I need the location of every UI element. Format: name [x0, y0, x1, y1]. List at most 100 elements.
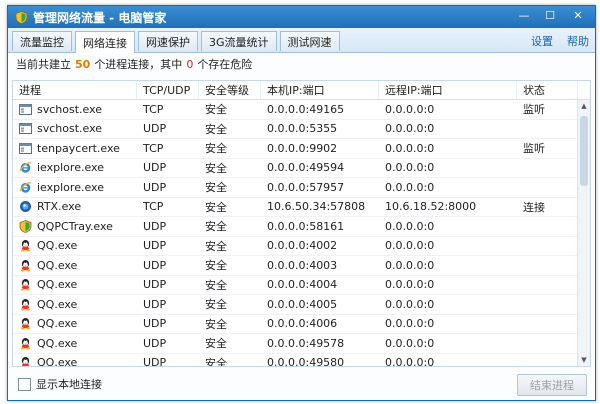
protocol-cell: UDP: [143, 180, 167, 194]
table-row[interactable]: QQ.exe UDP 安全 0.0.0.0:49578 0.0.0.0:0: [13, 334, 578, 354]
qq-icon: [19, 259, 32, 272]
process-cell: RTX.exe: [13, 200, 137, 213]
process-name: QQ.exe: [37, 336, 78, 350]
table-row[interactable]: iexplore.exe UDP 安全 0.0.0.0:49594 0.0.0.0:0: [13, 159, 578, 178]
tab-3g-traffic[interactable]: 3G流量统计: [201, 31, 277, 51]
column-local-address[interactable]: 本机IP:端口: [261, 81, 379, 99]
process-cell: QQ.exe: [13, 356, 137, 366]
column-protocol[interactable]: TCP/UDP: [137, 81, 199, 99]
minimize-button[interactable]: —: [511, 6, 537, 24]
protocol-cell: UDP: [143, 239, 167, 253]
table-row[interactable]: iexplore.exe UDP 安全 0.0.0.0:57957 0.0.0.0:0: [13, 178, 578, 198]
remote-address-cell: 0.0.0.0:0: [385, 141, 435, 155]
tab-speed-protection[interactable]: 网速保护: [138, 31, 198, 51]
qq-icon: [19, 317, 32, 330]
settings-link[interactable]: 设置: [531, 33, 553, 49]
process-name: tenpaycert.exe: [37, 141, 120, 155]
maximize-button[interactable]: ☐: [537, 6, 563, 24]
safety-cell: 安全: [205, 103, 227, 117]
remote-address-cell: 0.0.0.0:0: [385, 122, 435, 136]
table-row[interactable]: svchost.exe UDP 安全 0.0.0.0:5355 0.0.0.0:0: [13, 120, 578, 139]
process-name: iexplore.exe: [37, 180, 104, 194]
show-local-checkbox[interactable]: [18, 377, 31, 391]
local-address-cell: 0.0.0.0:4002: [267, 239, 338, 253]
process-cell: iexplore.exe: [13, 181, 137, 194]
show-local-label[interactable]: 显示本地连接: [36, 376, 102, 392]
remote-address-cell: 0.0.0.0:0: [385, 102, 435, 116]
remote-address-cell: 0.0.0.0:0: [385, 317, 435, 331]
safety-cell: 安全: [205, 161, 227, 175]
process-name: QQ.exe: [37, 317, 78, 331]
tab-speed-test[interactable]: 测试网速: [279, 31, 340, 51]
local-address-cell: 10.6.50.34:57808: [267, 200, 366, 214]
state-cell: 监听: [523, 142, 545, 156]
column-state[interactable]: 状态: [517, 81, 578, 99]
process-cell: QQ.exe: [13, 337, 137, 350]
scroll-thumb[interactable]: [580, 116, 588, 186]
title-bar[interactable]: 管理网络流量 - 电脑管家 — ☐ ✕: [8, 6, 595, 28]
scroll-down-icon[interactable]: ▼: [578, 354, 590, 366]
shield-icon: [15, 10, 28, 24]
tab-network-connections[interactable]: 网络连接: [75, 31, 135, 53]
process-cell: QQ.exe: [13, 259, 137, 272]
help-link[interactable]: 帮助: [567, 33, 589, 49]
column-remote-address[interactable]: 远程IP:端口: [379, 81, 517, 99]
protocol-cell: UDP: [143, 258, 167, 272]
process-name: QQ.exe: [37, 356, 78, 366]
remote-address-cell: 0.0.0.0:0: [385, 219, 435, 233]
remote-address-cell: 0.0.0.0:0: [385, 297, 435, 311]
remote-address-cell: 0.0.0.0:0: [385, 180, 435, 194]
column-process[interactable]: 进程: [13, 81, 137, 99]
remote-address-cell: 0.0.0.0:0: [385, 356, 435, 366]
safety-cell: 安全: [205, 278, 227, 292]
end-process-button[interactable]: 结束进程: [517, 374, 587, 396]
table-row[interactable]: svchost.exe TCP 安全 0.0.0.0:49165 0.0.0.0:0 监听: [13, 100, 578, 120]
connections-table: 进程 TCP/UDP 安全等级 本机IP:端口 远程IP:端口 状态 svcho…: [12, 80, 591, 367]
remote-address-cell: 0.0.0.0:0: [385, 161, 435, 175]
local-address-cell: 0.0.0.0:5355: [267, 122, 338, 136]
safety-cell: 安全: [205, 122, 227, 136]
ie-icon: [19, 181, 32, 194]
process-name: QQ.exe: [37, 258, 78, 272]
process-name: QQ.exe: [37, 278, 78, 292]
protocol-cell: TCP: [143, 200, 164, 214]
table-row[interactable]: tenpaycert.exe TCP 安全 0.0.0.0:9902 0.0.0.0:0…: [13, 139, 578, 159]
table-row[interactable]: QQPCTray.exe UDP 安全 0.0.0.0:58161 0.0.0.0:0: [13, 217, 578, 237]
process-cell: svchost.exe: [13, 103, 137, 116]
window-title: 管理网络流量 - 电脑管家: [33, 10, 167, 25]
qq-icon: [19, 239, 32, 252]
table-row[interactable]: QQ.exe UDP 安全 0.0.0.0:4003 0.0.0.0:0: [13, 256, 578, 276]
local-address-cell: 0.0.0.0:49594: [267, 161, 345, 175]
protocol-cell: UDP: [143, 161, 167, 175]
summary-middle: 个进程连接，其中: [94, 58, 183, 71]
window-controls: — ☐ ✕: [511, 6, 593, 24]
local-address-cell: 0.0.0.0:58161: [267, 219, 345, 233]
top-links: 设置 帮助: [517, 33, 589, 49]
window-icon: [19, 103, 32, 116]
protocol-cell: UDP: [143, 317, 167, 331]
local-address-cell: 0.0.0.0:9902: [267, 141, 338, 155]
column-safety[interactable]: 安全等级: [199, 81, 261, 99]
process-cell: QQ.exe: [13, 317, 137, 330]
danger-count: 0: [186, 57, 194, 71]
local-address-cell: 0.0.0.0:4003: [267, 258, 338, 272]
remote-address-cell: 10.6.18.52:8000: [385, 200, 477, 214]
table-body: svchost.exe TCP 安全 0.0.0.0:49165 0.0.0.0:0 监听…: [13, 100, 578, 366]
process-cell: QQ.exe: [13, 298, 137, 311]
table-row[interactable]: RTX.exe TCP 安全 10.6.50.34:57808 10.6.18.52:8…: [13, 198, 578, 217]
scroll-up-icon[interactable]: ▲: [578, 100, 590, 112]
table-row[interactable]: QQ.exe UDP 安全 0.0.0.0:4004 0.0.0.0:0: [13, 276, 578, 295]
rtx-icon: [19, 200, 32, 213]
process-name: QQ.exe: [37, 297, 78, 311]
close-button[interactable]: ✕: [563, 6, 593, 24]
process-cell: QQPCTray.exe: [13, 220, 137, 233]
table-row[interactable]: QQ.exe UDP 安全 0.0.0.0:49580 0.0.0.0:0: [13, 354, 578, 366]
process-name: svchost.exe: [37, 122, 103, 136]
vertical-scrollbar[interactable]: ▲ ▼: [577, 100, 590, 366]
table-row[interactable]: QQ.exe UDP 安全 0.0.0.0:4006 0.0.0.0:0: [13, 315, 578, 334]
table-row[interactable]: QQ.exe UDP 安全 0.0.0.0:4005 0.0.0.0:0: [13, 295, 578, 315]
process-name: RTX.exe: [37, 200, 82, 214]
table-row[interactable]: QQ.exe UDP 安全 0.0.0.0:4002 0.0.0.0:0: [13, 237, 578, 256]
remote-address-cell: 0.0.0.0:0: [385, 258, 435, 272]
tab-traffic-monitor[interactable]: 流量监控: [12, 31, 72, 51]
